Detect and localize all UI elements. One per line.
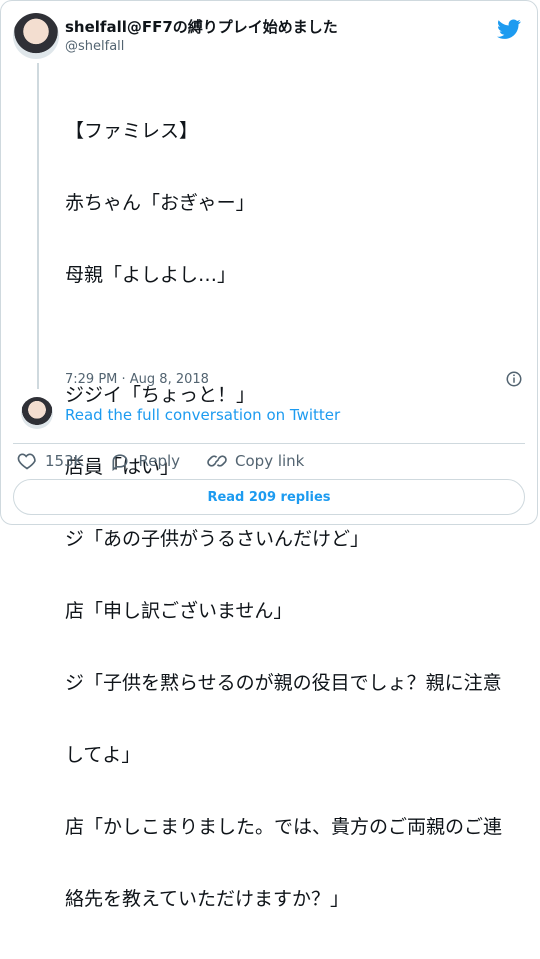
action-bar: 153K Reply Copy link <box>17 451 304 471</box>
copy-link-label: Copy link <box>235 452 305 470</box>
reply-label: Reply <box>138 452 181 470</box>
like-count: 153K <box>45 452 84 470</box>
tweet-line: 店「かしこまりました。では、貴方のご両親のご連 <box>65 816 503 838</box>
tweet-line: 赤ちゃん「おぎゃー」 <box>65 192 255 214</box>
tweet-line: ジ「子供を黙らせるのが親の役目でしょ？親に注意 <box>65 672 502 694</box>
author-avatar[interactable] <box>13 13 59 59</box>
tweet-line: ジ「あの子供がうるさいんだけど」 <box>65 528 370 550</box>
divider <box>13 443 525 444</box>
copy-link-button[interactable]: Copy link <box>207 451 304 471</box>
author-handle[interactable]: @shelfall <box>65 39 124 54</box>
read-replies-button[interactable]: Read 209 replies <box>13 479 525 515</box>
tweet-line: してよ」 <box>65 744 141 766</box>
author-name[interactable]: shelfall@FF7の縛りプレイ始めました <box>65 16 338 37</box>
info-icon[interactable] <box>505 370 523 388</box>
twitter-bird-icon[interactable] <box>497 17 521 41</box>
like-button[interactable]: 153K <box>17 451 83 471</box>
tweet-line: 【ファミレス】 <box>65 120 199 142</box>
reply-icon <box>112 454 128 471</box>
tweet-line: 店「申し訳ございません」 <box>65 600 293 622</box>
embedded-tweet-card: shelfall@FF7の縛りプレイ始めました @shelfall 【ファミレス… <box>0 0 538 910</box>
heart-icon <box>17 453 36 470</box>
read-conversation-link[interactable]: Read the full conversation on Twitter <box>65 406 340 424</box>
reply-button[interactable]: Reply <box>110 451 180 471</box>
conversation-avatar[interactable] <box>21 397 53 429</box>
tweet-line: 絡先を教えていただけますか？」 <box>65 888 350 910</box>
tweet-text: 【ファミレス】 赤ちゃん「おぎゃー」 母親「よしよし…」 ジジイ「ちょっと！」 … <box>65 71 525 959</box>
thread-line <box>37 63 39 389</box>
link-icon <box>207 455 227 467</box>
tweet-timestamp[interactable]: 7:29 PM · Aug 8, 2018 <box>65 372 209 387</box>
tweet-line: 母親「よしよし…」 <box>65 264 237 286</box>
